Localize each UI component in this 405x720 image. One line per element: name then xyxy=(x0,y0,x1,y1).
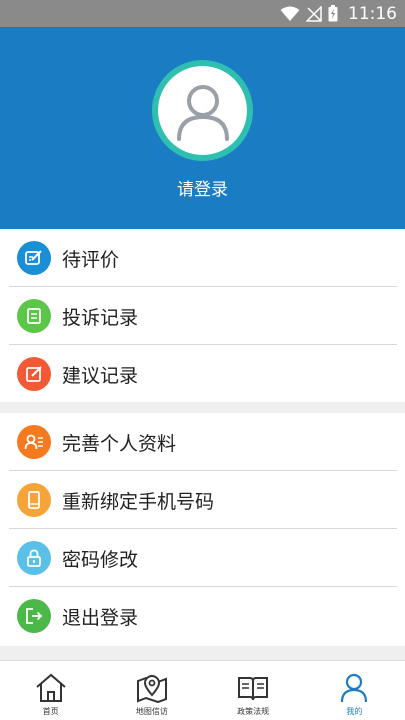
menu-item-logout[interactable]: 退出登录 xyxy=(0,587,405,645)
tab-policy[interactable]: 政策法规 xyxy=(203,661,304,720)
map-icon xyxy=(136,675,167,703)
bottom-tab-bar: 首页 地图信访 政策法规 我的 xyxy=(0,660,405,720)
login-link[interactable]: 请登录 xyxy=(0,175,405,200)
menu-item-label: 待评价 xyxy=(62,248,120,271)
status-icons: 11:16 xyxy=(280,0,397,27)
lock-icon xyxy=(17,541,51,575)
menu-item-suggestion-records[interactable]: 建议记录 xyxy=(0,345,405,403)
status-time: 11:16 xyxy=(348,3,397,24)
battery-icon xyxy=(328,5,338,22)
tab-map-petition[interactable]: 地图信访 xyxy=(101,661,202,720)
user-icon xyxy=(341,673,368,703)
tab-mine[interactable]: 我的 xyxy=(304,661,405,720)
no-signal-icon xyxy=(306,5,322,22)
logout-icon xyxy=(17,599,51,633)
menu-group-account: 完善个人资料 重新绑定手机号码 密码修改 退出登录 xyxy=(0,413,405,646)
avatar[interactable] xyxy=(152,60,253,161)
menu-item-label: 投诉记录 xyxy=(62,306,139,329)
pen-icon xyxy=(17,357,51,391)
profile-header: 请登录 xyxy=(0,27,405,229)
menu-item-pending-review[interactable]: 待评价 xyxy=(0,229,405,287)
tab-label: 首页 xyxy=(42,707,59,716)
menu-item-label: 重新绑定手机号码 xyxy=(62,490,215,513)
phone-icon xyxy=(17,483,51,517)
menu-item-label: 密码修改 xyxy=(62,548,139,571)
menu-item-label: 完善个人资料 xyxy=(62,432,177,455)
tab-home[interactable]: 首页 xyxy=(0,661,101,720)
menu-item-label: 建议记录 xyxy=(62,364,139,387)
menu-item-rebind-phone[interactable]: 重新绑定手机号码 xyxy=(0,471,405,529)
user-avatar-icon xyxy=(176,84,229,141)
menu-item-label: 退出登录 xyxy=(62,606,139,629)
status-bar: 11:16 xyxy=(0,0,405,27)
menu-group-records: 待评价 投诉记录 建议记录 xyxy=(0,229,405,402)
profile-icon xyxy=(17,425,51,459)
tab-label: 地图信访 xyxy=(135,707,168,716)
menu-item-change-password[interactable]: 密码修改 xyxy=(0,529,405,587)
tab-label: 政策法规 xyxy=(237,707,270,716)
edit-icon xyxy=(17,241,51,275)
menu-item-complaint-records[interactable]: 投诉记录 xyxy=(0,287,405,345)
list-icon xyxy=(17,299,51,333)
tab-label: 我的 xyxy=(346,707,363,716)
wifi-icon xyxy=(280,6,300,21)
book-icon xyxy=(238,677,269,701)
menu-item-complete-profile[interactable]: 完善个人资料 xyxy=(0,413,405,471)
home-icon xyxy=(35,673,66,702)
